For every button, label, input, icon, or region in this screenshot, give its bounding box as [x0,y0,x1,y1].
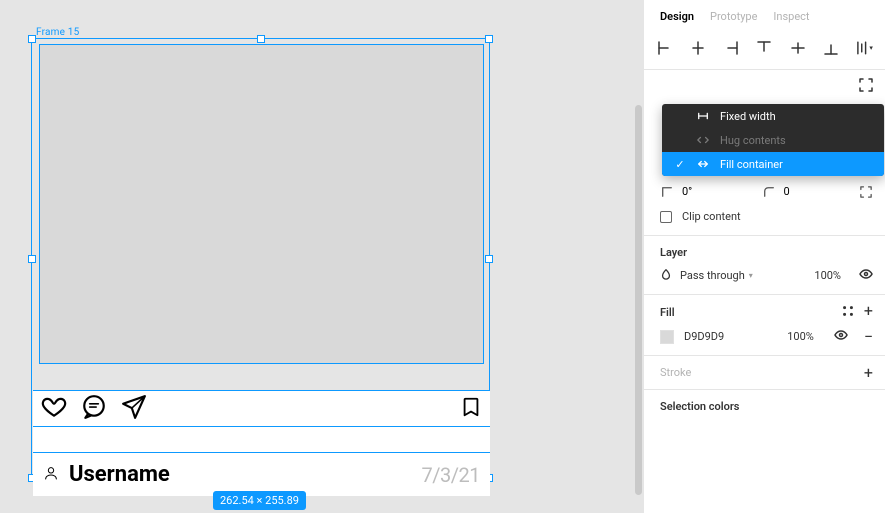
tab-inspect[interactable]: Inspect [773,10,809,23]
resize-handle-mid-right[interactable] [485,255,493,263]
visibility-icon[interactable] [859,267,873,284]
dimensions-badge: 262.54 × 255.89 [213,491,306,510]
image-placeholder[interactable] [39,44,484,364]
date-text[interactable]: 7/3/21 [422,463,480,487]
align-left-icon[interactable] [656,39,674,57]
align-bottom-icon[interactable] [822,39,840,57]
resize-option-fixed[interactable]: Fixed width [662,104,884,128]
add-stroke-icon[interactable]: + [864,367,873,379]
fill-row: D9D9D9 100% − [644,322,885,355]
fill-section-header: Fill + [644,295,885,322]
resize-handle-mid-top[interactable] [257,35,265,43]
corner-radius-icon [762,186,776,198]
fill-opacity-value[interactable]: 100% [787,330,814,343]
spacer-row [33,427,490,452]
action-row[interactable] [33,390,490,427]
check-icon: ✓ [674,158,686,171]
layer-section-header: Layer [644,236,885,261]
align-top-icon[interactable] [755,39,773,57]
corner-radius-value[interactable]: 0 [784,185,790,198]
tab-design[interactable]: Design [660,10,694,23]
fill-hex-value[interactable]: D9D9D9 [684,330,724,343]
layer-row: Pass through ▾ 100% [644,261,885,294]
comment-icon[interactable] [81,394,107,424]
transform-row: 0° 0 [644,179,885,204]
resize-handle-top-right[interactable] [485,35,493,43]
remove-fill-icon[interactable]: − [864,331,873,343]
align-to-frame-icon[interactable] [859,78,873,95]
panel-tabs: Design Prototype Inspect [644,0,885,33]
meta-row[interactable]: Username 7/3/21 [33,452,490,496]
canvas[interactable]: Frame 15 [0,0,643,513]
stroke-section: Stroke + [644,356,885,389]
fill-title: Fill [660,306,675,319]
fill-visibility-icon[interactable] [834,328,848,345]
username-text[interactable]: Username [69,462,170,487]
resize-option-hug-label: Hug contents [720,134,786,147]
bookmark-icon[interactable] [460,396,482,422]
clip-content-row[interactable]: Clip content [644,204,885,235]
frame-label[interactable]: Frame 15 [36,27,79,38]
fixed-width-icon [696,110,710,122]
chevron-down-icon: ▾ [749,271,753,280]
canvas-scrollbar[interactable] [635,105,642,495]
user-icon [43,465,59,485]
resize-option-fill-label: Fill container [720,158,783,171]
design-panel: Design Prototype Inspect ▾ Fixed width H… [643,0,885,513]
distribute-icon[interactable]: ▾ [855,39,873,57]
alignment-row: ▾ [644,33,885,69]
align-hcenter-icon[interactable] [689,39,707,57]
send-icon[interactable] [121,394,147,424]
selection-colors-title: Selection colors [644,390,885,423]
rotation-icon [660,186,674,198]
layer-opacity-value[interactable]: 100% [814,269,841,282]
resize-option-fill[interactable]: ✓ Fill container [662,152,884,176]
stroke-title: Stroke [660,366,691,379]
fill-container-icon [696,158,710,170]
rotation-value[interactable]: 0° [682,185,692,198]
resize-handle-mid-left[interactable] [28,255,36,263]
blend-mode-value: Pass through [680,269,745,282]
hug-contents-icon [696,134,710,146]
resize-menu: Fixed width Hug contents ✓ Fill containe… [662,104,884,176]
blend-mode-select[interactable]: Pass through ▾ [680,269,753,282]
align-right-icon[interactable] [722,39,740,57]
tab-prototype[interactable]: Prototype [710,10,757,23]
clip-content-checkbox[interactable] [660,211,672,223]
selection-frame[interactable]: Username 7/3/21 [31,38,490,479]
independent-corners-icon[interactable] [859,186,873,198]
resize-option-fixed-label: Fixed width [720,110,776,123]
layer-title: Layer [660,246,687,259]
blend-mode-icon[interactable] [660,268,672,283]
align-vcenter-icon[interactable] [789,39,807,57]
clip-content-label: Clip content [682,210,741,223]
heart-icon[interactable] [41,394,67,424]
resize-option-hug: Hug contents [662,128,884,152]
add-fill-icon[interactable]: + [864,305,873,320]
resize-handle-top-left[interactable] [28,35,36,43]
fill-swatch[interactable] [660,330,674,344]
fill-styles-icon[interactable] [842,305,854,320]
